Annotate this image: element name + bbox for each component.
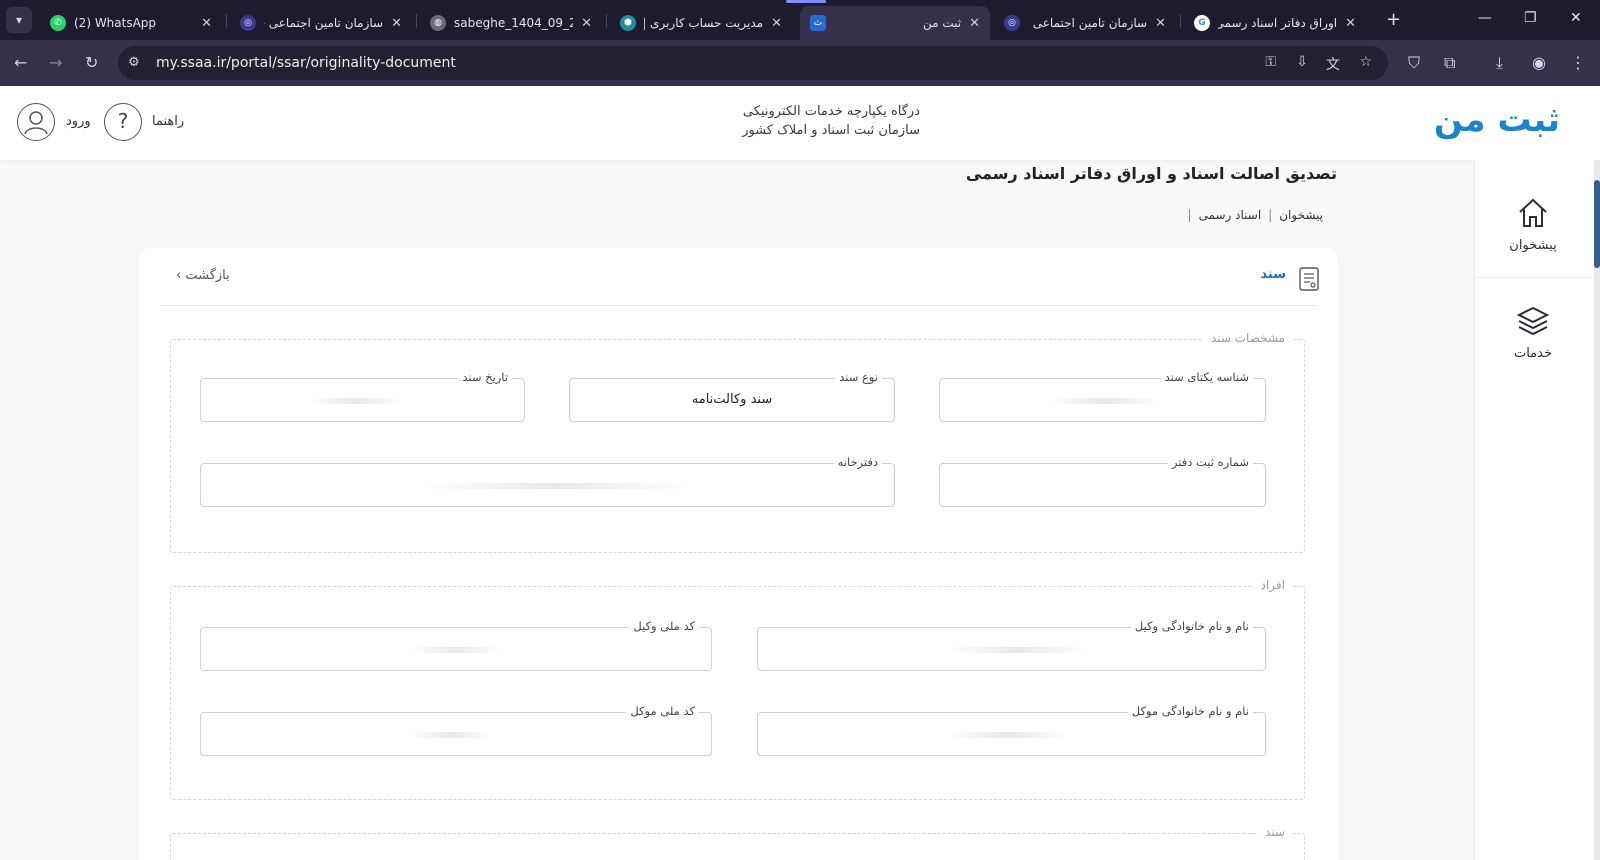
translate-icon[interactable]: 文 (1326, 54, 1340, 74)
portal-icon: ⬢ (620, 15, 636, 31)
sabtman-logo[interactable]: ثبت من (1434, 100, 1560, 140)
breadcrumb-official-docs[interactable]: اسناد رسمی (1199, 208, 1262, 222)
agent-name-field[interactable]: نام و نام خانوادگی وکیل (757, 619, 1266, 671)
layers-icon (1516, 306, 1550, 336)
unique-id-field[interactable]: شناسه یکتای سند (939, 370, 1266, 422)
login-link[interactable]: ورود (66, 114, 91, 129)
doc-date-field[interactable]: تاریخ سند (200, 370, 525, 422)
blurred-value (411, 647, 501, 653)
blurred-value (948, 732, 1068, 738)
blurred-value (411, 732, 491, 738)
browser-tab-bar: ▾ ✆ (2) WhatsApp ✕ ◎ سازمان تامین اجتماع… (0, 0, 1600, 40)
right-sidebar: پیشخوان خدمات (1474, 160, 1600, 860)
browser-tab-sabtman[interactable]: ث ثبت من ✕ (800, 6, 990, 40)
new-tab-button[interactable]: + (1386, 9, 1401, 30)
registry-number-field[interactable]: شماره ثبت دفتر (939, 455, 1266, 507)
site-settings-icon[interactable]: ⚙ (128, 55, 140, 70)
sidebar-item-services[interactable]: خدمات (1475, 304, 1591, 361)
forward-arrow-icon[interactable]: → (49, 53, 62, 73)
close-window-icon[interactable]: ✕ (1570, 10, 1582, 26)
reload-icon[interactable]: ↻ (85, 53, 98, 73)
close-icon[interactable]: ✕ (1345, 16, 1356, 31)
blurred-value (311, 398, 401, 404)
minimize-icon[interactable]: — (1478, 10, 1492, 26)
help-link[interactable]: راهنما (152, 114, 184, 129)
browser-tab-pdf[interactable]: ◍ sabeghe_1404_09_29.p ✕ (420, 6, 602, 40)
tab-search-dropdown[interactable]: ▾ (6, 7, 32, 33)
tab-accent (786, 0, 826, 3)
close-icon[interactable]: ✕ (969, 16, 980, 31)
browser-tab-google[interactable]: G اوراق دفاتر اسناد رسمی ✕ (1184, 6, 1366, 40)
help-icon[interactable]: ? (104, 103, 142, 141)
blurred-value (421, 483, 691, 489)
close-icon[interactable]: ✕ (201, 16, 212, 31)
browser-tab-whatsapp[interactable]: ✆ (2) WhatsApp ✕ (40, 6, 222, 40)
document-icon (1299, 267, 1319, 291)
back-link[interactable]: بازگشت › (176, 268, 230, 283)
persons-legend: افراد (1253, 578, 1292, 592)
whatsapp-icon: ✆ (50, 15, 66, 31)
browser-toolbar: ← → ↻ ⚙ my.ssaa.ir/portal/ssar/originali… (0, 40, 1600, 86)
agent-national-id-field[interactable]: کد ملی وکیل (200, 619, 712, 671)
close-icon[interactable]: ✕ (1155, 16, 1166, 31)
browser-tab-account[interactable]: ⬢ مدیریت حساب کاربری | د ✕ (610, 6, 792, 40)
document-legend: سند (1258, 825, 1292, 839)
back-arrow-icon[interactable]: ← (14, 53, 27, 73)
close-icon[interactable]: ✕ (391, 16, 402, 31)
sabtman-icon: ث (810, 15, 826, 31)
document-card: سند بازگشت › مشخصات سند شناسه یکتای سند … (139, 248, 1338, 860)
portal-title: درگاه یکپارچه خدمات الکترونیکی سازمان ثب… (742, 104, 920, 138)
close-icon[interactable]: ✕ (771, 16, 782, 31)
key-icon[interactable]: ⚿ (1265, 54, 1276, 70)
google-icon: G (1194, 15, 1210, 31)
address-bar[interactable]: ⚙ my.ssaa.ir/portal/ssar/originality-doc… (118, 46, 1388, 80)
card-title: سند (1260, 267, 1286, 282)
doc-specs-legend: مشخصات سند (1203, 331, 1292, 345)
page-scrollbar-thumb[interactable] (1594, 180, 1600, 268)
bookmark-star-icon[interactable]: ☆ (1359, 54, 1372, 70)
browser-tab-tamin-2[interactable]: ◎ سازمان تامین اجتماعی ✕ (994, 6, 1176, 40)
install-app-icon[interactable]: ⇩ (1296, 54, 1308, 70)
globe-icon: ◍ (430, 15, 446, 31)
user-icon[interactable] (17, 103, 55, 141)
shield-extension-icon[interactable]: ⛉ (1408, 53, 1420, 73)
tamin-icon: ◎ (240, 15, 256, 31)
doc-type-value: سند وکالت‌نامه (691, 392, 773, 407)
persons-fieldset: افراد نام و نام خانوادگی وکیل کد ملی وکی… (170, 578, 1305, 800)
menu-dots-icon[interactable]: ⋮ (1570, 53, 1586, 73)
document-fieldset: سند (170, 825, 1305, 860)
extensions-puzzle-icon[interactable]: ⧉ (1444, 53, 1455, 73)
sidebar-item-dashboard[interactable]: پیشخوان (1475, 196, 1591, 253)
blurred-value (948, 647, 1088, 653)
breadcrumb: پیشخوان|اسناد رسمی| (1187, 208, 1323, 222)
home-icon (1519, 198, 1547, 227)
site-header: ثبت من درگاه یکپارچه خدمات الکترونیکی سا… (0, 86, 1600, 160)
browser-tab-tamin-1[interactable]: ◎ سازمان تامین اجتماعی - ✕ (230, 6, 412, 40)
principal-name-field[interactable]: نام و نام خانوادگی موکل (757, 704, 1266, 756)
doc-specs-fieldset: مشخصات سند شناسه یکتای سند نوع سند سند و… (170, 331, 1305, 553)
blurred-value (1050, 398, 1160, 404)
doc-type-field[interactable]: نوع سند سند وکالت‌نامه (569, 370, 895, 422)
restore-icon[interactable]: ❐ (1524, 10, 1537, 26)
page-title: تصدیق اصالت اسناد و اوراق دفاتر اسناد رس… (965, 164, 1337, 183)
download-icon[interactable]: ⤓ (1496, 53, 1503, 73)
breadcrumb-dashboard[interactable]: پیشخوان (1279, 208, 1323, 222)
profile-icon[interactable]: ◉ (1532, 53, 1546, 73)
principal-national-id-field[interactable]: کد ملی موکل (200, 704, 712, 756)
close-icon[interactable]: ✕ (581, 16, 592, 31)
notary-office-field[interactable]: دفترخانه (200, 455, 895, 507)
tamin-icon: ◎ (1004, 15, 1020, 31)
url-text[interactable]: my.ssaa.ir/portal/ssar/originality-docum… (156, 55, 456, 71)
